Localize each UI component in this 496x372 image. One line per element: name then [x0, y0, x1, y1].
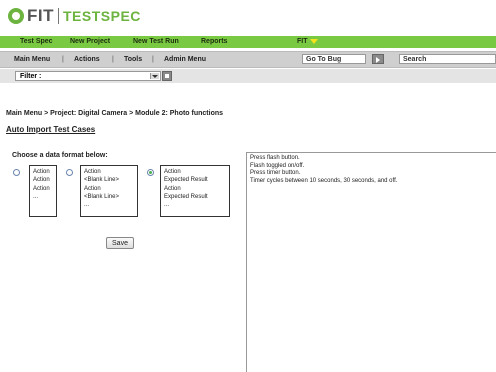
- menu-actions[interactable]: Actions: [74, 52, 100, 67]
- format-line: Action: [84, 169, 101, 175]
- nav-new-project[interactable]: New Project: [70, 36, 110, 48]
- main-nav-bar: Test Spec New Project New Test Run Repor…: [0, 36, 496, 48]
- logo-divider: [58, 8, 59, 24]
- format-line: Expected Result: [164, 193, 208, 200]
- secondary-toolbar: Main Menu | Actions | Tools | Admin Menu…: [0, 51, 496, 68]
- go-to-bug-input[interactable]: Go To Bug: [302, 54, 366, 64]
- breadcrumb[interactable]: Main Menu > Project: Digital Camera > Mo…: [6, 110, 223, 117]
- format-line: ...: [164, 202, 170, 209]
- format-line: Action: [84, 185, 101, 192]
- format-prompt-label: Choose a data format below:: [12, 152, 108, 159]
- format-example-3: Action Expected Result Action Expected R…: [160, 165, 230, 217]
- nav-new-test-run[interactable]: New Test Run: [133, 36, 179, 48]
- save-button[interactable]: Save: [106, 237, 134, 249]
- filter-apply-button[interactable]: [162, 71, 172, 81]
- nav-user-menu[interactable]: FIT: [297, 36, 308, 48]
- menu-tools[interactable]: Tools: [124, 52, 142, 67]
- filter-bar: Filter :: [0, 69, 496, 83]
- format-example-1: Action Action Action ...: [29, 165, 57, 217]
- chevron-down-icon[interactable]: [310, 39, 318, 44]
- import-text-area[interactable]: Press flash button. Flash toggled on/off…: [246, 152, 496, 372]
- format-line: ...: [33, 193, 39, 200]
- text-line: Flash toggled on/off.: [250, 162, 305, 169]
- format-line: Action: [33, 185, 50, 192]
- chevron-down-icon[interactable]: [150, 73, 159, 79]
- format-line: Action: [164, 169, 181, 175]
- nav-test-spec[interactable]: Test Spec: [20, 36, 53, 48]
- format-line: Action: [164, 185, 181, 192]
- menu-separator: |: [152, 56, 154, 63]
- search-input[interactable]: Search: [399, 54, 496, 64]
- menu-main-menu[interactable]: Main Menu: [14, 52, 50, 67]
- menu-separator: |: [62, 56, 64, 63]
- text-line: Timer cycles between 10 seconds, 30 seco…: [250, 177, 398, 184]
- filter-select-value: Filter :: [20, 73, 42, 80]
- app-logo: FIT TESTSPEC: [8, 5, 141, 27]
- format-radio-2[interactable]: [66, 169, 73, 176]
- logo-icon: [8, 8, 24, 24]
- format-line: ...: [84, 202, 90, 209]
- format-radio-3[interactable]: [147, 169, 154, 176]
- format-radio-1[interactable]: [13, 169, 20, 176]
- format-line: <Blank Line>: [84, 177, 120, 184]
- menu-separator: |: [112, 56, 114, 63]
- logo-fit-text: FIT: [27, 6, 54, 25]
- page-title[interactable]: Auto Import Test Cases: [6, 125, 95, 134]
- logo-testspec-text: TESTSPEC: [63, 8, 141, 24]
- go-to-bug-button[interactable]: [372, 54, 384, 64]
- text-line: Press flash button.: [250, 155, 300, 161]
- menu-admin-menu[interactable]: Admin Menu: [164, 52, 206, 67]
- format-example-2: Action <Blank Line> Action <Blank Line> …: [80, 165, 138, 217]
- format-line: Expected Result: [164, 177, 208, 184]
- nav-reports[interactable]: Reports: [201, 36, 227, 48]
- format-line: Action: [33, 169, 50, 175]
- text-line: Press timer button.: [250, 170, 301, 176]
- filter-select[interactable]: Filter :: [15, 71, 161, 81]
- format-line: <Blank Line>: [84, 193, 120, 200]
- format-line: Action: [33, 177, 50, 184]
